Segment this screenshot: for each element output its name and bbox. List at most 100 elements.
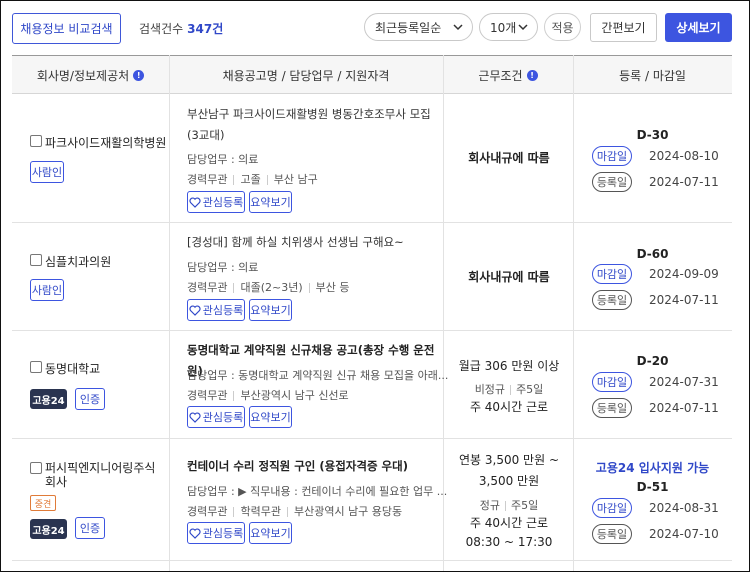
d-day: D-51 <box>636 480 669 494</box>
registered-date: 2024-07-11 <box>649 293 719 307</box>
select-checkbox[interactable] <box>30 462 42 474</box>
favorite-button[interactable]: 관심등록 <box>187 191 245 213</box>
job-duty: 담당업무 : 의료 <box>187 261 259 274</box>
d-day: D-60 <box>636 247 669 261</box>
job-search-results-panel: 채용정보 비교검색 검색건수 347건 최근등록일순 10개 적용 간편보기 상세… <box>0 0 750 572</box>
header-date-label: 등록 / 마감일 <box>619 68 686 83</box>
deadline-date: 2024-08-10 <box>649 149 719 163</box>
result-label: 검색건수 <box>139 22 184 36</box>
header-title-label: 채용공고명 / 담당업무 / 지원자격 <box>222 68 390 83</box>
heart-icon <box>189 411 201 423</box>
simple-view-button[interactable]: 간편보기 <box>590 13 657 42</box>
summary-button[interactable]: 요약보기 <box>249 191 292 213</box>
education-text: 고졸 <box>240 173 261 186</box>
education-text: 대졸(2~3년) <box>240 281 303 294</box>
online-apply-tag[interactable]: 고용24 입사지원 가능 <box>573 459 732 476</box>
sort-select[interactable]: 최근등록일순 <box>364 13 473 41</box>
deadline-badge: 마감일 <box>592 372 632 392</box>
favorite-label: 관심등록 <box>202 304 244 317</box>
company-name[interactable]: 파크사이드재활의학병원 <box>30 134 166 151</box>
d-day: D-20 <box>636 354 669 368</box>
page-size-value: 10개 <box>490 20 517 35</box>
work-time: 08:30 ~ 17:30 <box>465 535 553 549</box>
job-title-link[interactable]: [경성대] 함께 하실 치위생사 선생님 구해요~ <box>187 232 437 253</box>
detail-view-button[interactable]: 상세보기 <box>665 13 732 42</box>
job-meta: 경력무관 대졸(2~3년) 부산 등 <box>187 279 350 295</box>
deadline-badge: 마감일 <box>592 146 632 166</box>
favorite-button[interactable]: 관심등록 <box>187 406 245 428</box>
compare-search-button[interactable]: 채용정보 비교검색 <box>12 13 121 44</box>
table-row: 동명대학교 고용24 인증 동명대학교 계약직원 신규채용 공고(총장 수행 운… <box>12 331 732 439</box>
salary-line-2: 3,500 만원 <box>478 474 540 488</box>
toolbar: 채용정보 비교검색 검색건수 347건 최근등록일순 10개 적용 간편보기 상세… <box>1 1 749 55</box>
select-checkbox[interactable] <box>30 254 42 266</box>
table-row: 퍼시픽엔지니어링주식회사 중견 고용24 인증 컨테이너 수리 정직원 구인 (… <box>12 439 732 561</box>
company-name-text[interactable]: 동명대학교 <box>45 360 100 377</box>
favorite-button[interactable]: 관심등록 <box>187 522 245 544</box>
company-name[interactable]: 심플치과의원 <box>30 253 111 270</box>
job-meta: 경력무관 학력무관 부산광역시 남구 용당동 <box>187 503 402 519</box>
company-name-text[interactable]: 파크사이드재활의학병원 <box>45 134 166 151</box>
company-name[interactable]: 동명대학교 <box>30 360 100 377</box>
certified-tag: 인증 <box>75 388 105 410</box>
company-size-tag: 중견 <box>30 495 56 511</box>
info-icon[interactable]: ! <box>133 69 145 81</box>
apply-button[interactable]: 적용 <box>544 13 581 41</box>
header-title: 채용공고명 / 담당업무 / 지원자격 <box>169 56 443 94</box>
job-duty: 담당업무 : 동명대학교 계약직원 신규 채용 모집을 아래... <box>187 369 449 382</box>
table-row: 파크사이드재활의학병원 사람인 부산남구 파크사이드재활병원 병동간호조무사 모… <box>12 94 732 223</box>
work-days: 주5일 <box>511 499 539 512</box>
job-title-link[interactable]: 컨테이너 수리 정직원 구인 (용접자격증 우대) <box>187 456 437 477</box>
work-condition: 회사내규에 따름 <box>468 151 550 165</box>
favorite-button[interactable]: 관심등록 <box>187 299 245 321</box>
d-day: D-30 <box>636 128 669 142</box>
page-size-select[interactable]: 10개 <box>479 13 538 41</box>
registered-date: 2024-07-11 <box>649 401 719 415</box>
job-title-link[interactable]: 부산남구 파크사이드재활병원 병동간호조무사 모집 (3교대) <box>187 104 437 146</box>
table-header: 회사명/정보제공처! 채용공고명 / 담당업무 / 지원자격 근무조건! 등록 … <box>12 55 732 94</box>
employment-type: 정규 <box>479 499 500 512</box>
registered-badge: 등록일 <box>592 398 632 418</box>
employment-info: 비정규 주5일 <box>445 381 573 397</box>
company-name[interactable]: 퍼시픽엔지니어링주식회사 <box>30 461 160 489</box>
location-text: 부산 등 <box>315 281 350 294</box>
registered-date: 2024-07-11 <box>649 175 719 189</box>
favorite-label: 관심등록 <box>202 411 244 424</box>
source-tag-saramin: 사람인 <box>30 279 64 301</box>
company-name-text[interactable]: 심플치과의원 <box>45 253 111 270</box>
work-hours: 주 40시간 근로 <box>469 516 549 530</box>
job-duty: 담당업무 : ▶ 직무내용 : 컨테이너 수리에 필요한 업무 ... <box>187 485 448 498</box>
header-company-label: 회사명/정보제공처 <box>36 68 130 83</box>
table-row: 심플치과의원 사람인 [경성대] 함께 하실 치위생사 선생님 구해요~ 담당업… <box>12 223 732 331</box>
summary-button[interactable]: 요약보기 <box>249 299 292 321</box>
source-tag-goyong24: 고용24 <box>30 519 67 539</box>
career-text: 경력무관 <box>187 173 228 186</box>
job-meta: 경력무관 부산광역시 남구 신선로 <box>187 387 349 403</box>
job-meta: 경력무관 고졸 부산 남구 <box>187 171 318 187</box>
select-checkbox[interactable] <box>30 361 42 373</box>
heart-icon <box>189 196 201 208</box>
career-text: 경력무관 <box>187 389 228 402</box>
result-count: 검색건수 347건 <box>139 20 223 37</box>
salary-line-1: 연봉 3,500 만원 ~ <box>458 453 559 467</box>
location-text: 부산 남구 <box>273 173 318 186</box>
career-text: 경력무관 <box>187 281 228 294</box>
header-condition: 근무조건! <box>443 56 573 94</box>
chevron-down-icon <box>518 24 528 31</box>
deadline-date: 2024-07-31 <box>649 375 719 389</box>
registered-badge: 등록일 <box>592 172 632 192</box>
location-text: 부산광역시 남구 신선로 <box>240 389 349 402</box>
summary-button[interactable]: 요약보기 <box>249 406 292 428</box>
source-tag-saramin: 사람인 <box>30 161 64 183</box>
summary-button[interactable]: 요약보기 <box>249 522 292 544</box>
salary: 월급 306 만원 이상 <box>458 359 560 373</box>
info-icon[interactable]: ! <box>526 69 538 81</box>
career-text: 경력무관 <box>187 505 228 518</box>
company-name-text[interactable]: 퍼시픽엔지니어링주식회사 <box>45 461 160 489</box>
header-company: 회사명/정보제공처! <box>12 56 169 94</box>
result-count-value: 347 <box>187 22 213 36</box>
select-checkbox[interactable] <box>30 135 42 147</box>
header-date: 등록 / 마감일 <box>573 56 732 94</box>
header-condition-label: 근무조건 <box>478 68 523 83</box>
deadline-date: 2024-09-09 <box>649 267 719 281</box>
